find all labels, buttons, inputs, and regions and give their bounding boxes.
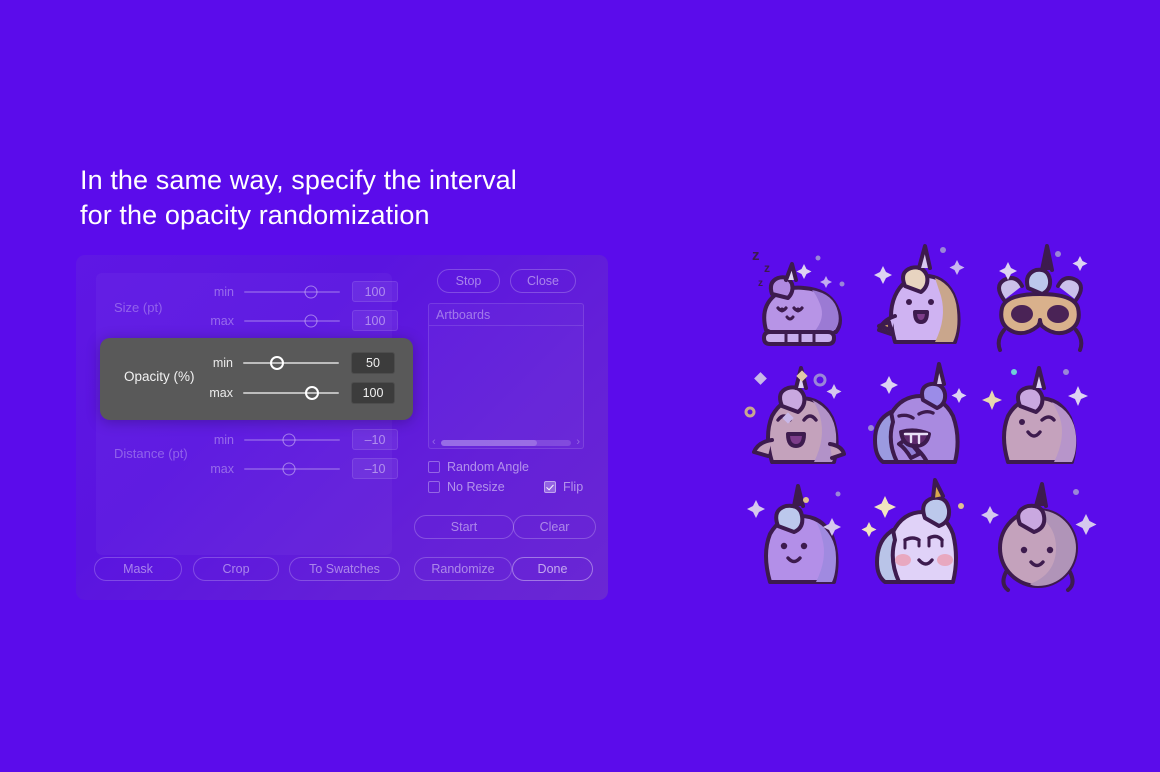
slider-thumb-size-max[interactable] (304, 314, 318, 327)
slider-row-opacity-max[interactable]: max 100 (203, 382, 395, 404)
value-distance-min[interactable]: –10 (352, 429, 398, 450)
randomize-button[interactable]: Randomize (414, 557, 512, 581)
slider-row-opacity-min[interactable]: min 50 (203, 352, 395, 374)
sticker-laughing-unicorn (742, 358, 860, 476)
slider-thumb-distance-max[interactable] (282, 462, 296, 475)
slider-track-opacity-min[interactable] (243, 356, 339, 370)
slider-label-max: max (210, 461, 234, 476)
slider-track-size-max[interactable] (244, 314, 340, 327)
headline-line-2: for the opacity randomization (80, 200, 430, 230)
headline-line-1: In the same way, specify the interval (80, 165, 517, 195)
clear-button[interactable]: Clear (513, 515, 596, 539)
checkbox-label: No Resize (447, 480, 505, 494)
value-distance-max[interactable]: –10 (352, 458, 398, 479)
checkbox-no-resize[interactable]: No Resize (428, 480, 505, 494)
checkbox-box-checked[interactable] (544, 481, 556, 493)
close-button[interactable]: Close (510, 269, 576, 293)
artboards-listbox[interactable]: Artboards (428, 303, 584, 449)
slider-thumb-opacity-max[interactable] (305, 386, 320, 400)
group-label-distance: Distance (pt) (114, 446, 188, 461)
scrollbar-track[interactable] (440, 439, 572, 446)
done-button[interactable]: Done (512, 557, 593, 581)
slider-track-size-min[interactable] (244, 285, 340, 298)
sticker-round-unicorn (980, 478, 1098, 596)
group-label-opacity: Opacity (%) (124, 369, 195, 384)
slider-label-min: min (213, 284, 234, 299)
slider-thumb-distance-min[interactable] (282, 433, 296, 446)
value-opacity-min[interactable]: 50 (351, 352, 395, 374)
checkbox-random-angle[interactable]: Random Angle (428, 460, 529, 474)
sticker-unicorn-mask (980, 238, 1098, 356)
sticker-smiling-unicorn (742, 478, 860, 596)
opacity-highlight-card: Opacity (%) min 50 max 100 (100, 338, 413, 420)
slider-row-size-min[interactable]: min 100 (204, 281, 398, 302)
sticker-grinning-unicorn (861, 358, 979, 476)
unicorn-sticker-grid: z z z (742, 238, 1098, 596)
slider-row-distance-max[interactable]: max –10 (204, 458, 398, 479)
scrollbar-thumb[interactable] (440, 439, 538, 446)
sticker-happy-waving-unicorn (861, 238, 979, 356)
scroll-right-icon[interactable]: › (576, 437, 580, 448)
slider-label-max: max (210, 313, 234, 328)
slider-label-min: min (212, 356, 233, 370)
to-swatches-button[interactable]: To Swatches (289, 557, 400, 581)
value-opacity-max[interactable]: 100 (351, 382, 395, 404)
group-label-size: Size (pt) (114, 300, 163, 315)
checkbox-label: Flip (563, 480, 584, 494)
checkbox-label: Random Angle (447, 460, 530, 474)
value-size-max[interactable]: 100 (352, 310, 398, 331)
value-size-min[interactable]: 100 (352, 281, 398, 302)
slider-label-min: min (213, 432, 234, 447)
stop-button[interactable]: Stop (437, 269, 500, 293)
artboards-horizontal-scrollbar[interactable]: ‹ › (428, 436, 584, 449)
checkbox-flip[interactable]: Flip (544, 480, 583, 494)
scroll-left-icon[interactable]: ‹ (432, 437, 436, 448)
slider-thumb-size-min[interactable] (304, 285, 318, 298)
svg-text:z: z (752, 247, 760, 264)
slider-thumb-opacity-min[interactable] (269, 356, 284, 370)
slider-track-opacity-max[interactable] (243, 386, 339, 400)
checkbox-box[interactable] (428, 461, 440, 473)
svg-text:z: z (764, 261, 770, 275)
sticker-sleeping-unicorn: z z z (742, 238, 860, 356)
crop-button[interactable]: Crop (193, 557, 279, 581)
sticker-blushing-unicorn (861, 478, 979, 596)
slider-track-distance-max[interactable] (244, 462, 340, 475)
slider-label-max: max (209, 386, 233, 400)
screen: In the same way, specify the interval fo… (0, 0, 1160, 772)
page-title: In the same way, specify the interval fo… (80, 163, 640, 233)
svg-text:z: z (758, 278, 763, 289)
slider-row-size-max[interactable]: max 100 (204, 310, 398, 331)
artboards-header: Artboards (429, 304, 583, 326)
slider-row-distance-min[interactable]: min –10 (204, 429, 398, 450)
start-button[interactable]: Start (414, 515, 514, 539)
sticker-winking-unicorn (980, 358, 1098, 476)
checkbox-box[interactable] (428, 481, 440, 493)
mask-button[interactable]: Mask (94, 557, 182, 581)
slider-track-distance-min[interactable] (244, 433, 340, 446)
